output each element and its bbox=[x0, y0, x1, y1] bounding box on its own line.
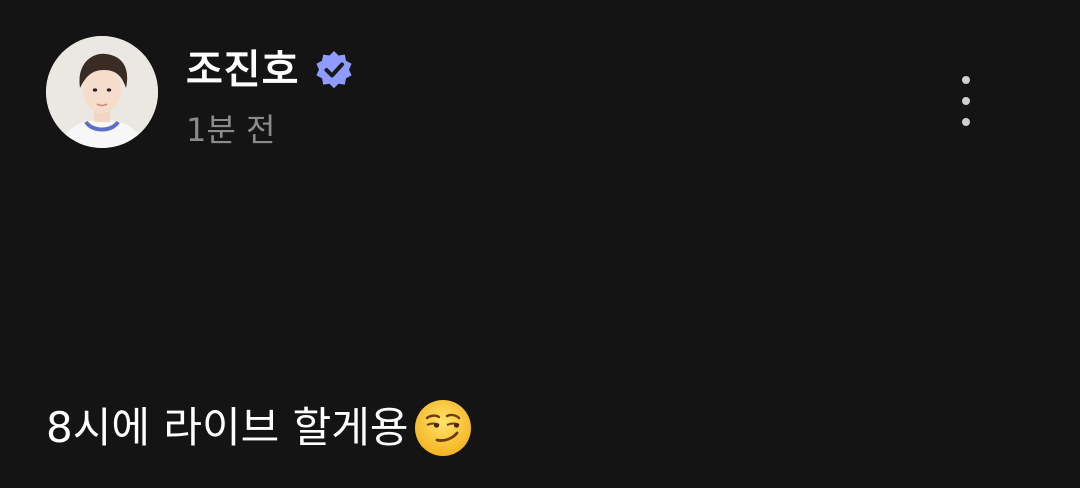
post-header: 조진호 1분 전 bbox=[46, 36, 1040, 156]
author-row: 조진호 bbox=[186, 42, 355, 98]
author-info: 조진호 1분 전 bbox=[186, 42, 355, 152]
author-name[interactable]: 조진호 bbox=[186, 42, 299, 98]
post-text: 8시에 라이브 할게용 bbox=[46, 403, 409, 452]
post-body: 8시에 라이브 할게용 bbox=[46, 396, 473, 460]
more-vertical-icon-dot bbox=[962, 97, 970, 105]
smirking-face-icon bbox=[413, 398, 473, 458]
author-avatar[interactable] bbox=[46, 36, 158, 148]
profile-photo-icon bbox=[46, 36, 158, 148]
verified-badge-icon bbox=[313, 49, 355, 91]
more-options-button[interactable] bbox=[954, 76, 978, 126]
post-timestamp: 1분 전 bbox=[186, 111, 276, 149]
more-vertical-icon-dot bbox=[962, 118, 970, 126]
more-vertical-icon-dot bbox=[962, 76, 970, 84]
